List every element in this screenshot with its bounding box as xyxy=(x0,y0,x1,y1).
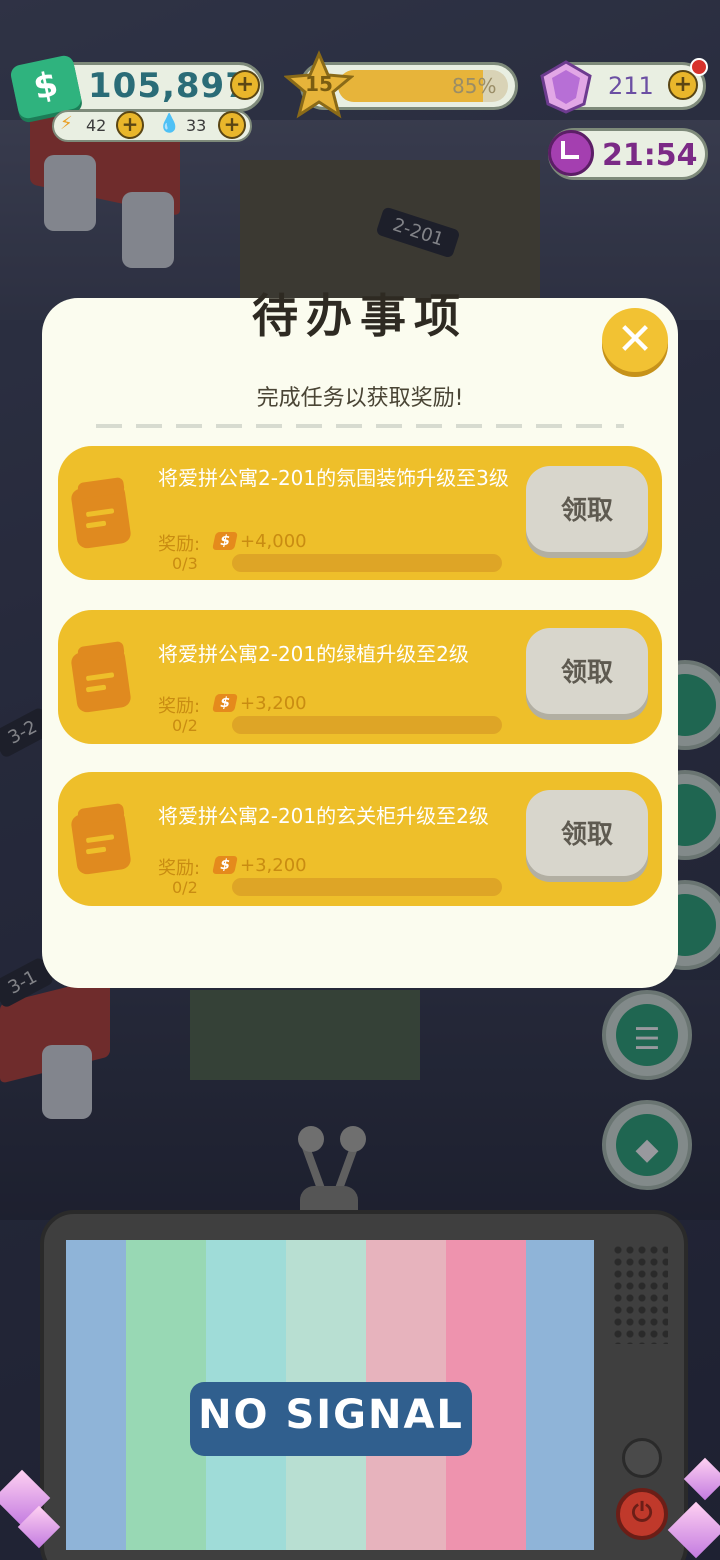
close-icon: ✕ xyxy=(616,314,654,365)
drop-icon: 💧 xyxy=(158,113,181,134)
tv-knob[interactable] xyxy=(622,1438,662,1478)
tv-antenna-tip xyxy=(340,1126,366,1152)
cash-icon: $ xyxy=(212,532,238,550)
reward-label: 奖励: xyxy=(158,858,201,879)
claim-button[interactable]: 领取 xyxy=(526,628,648,714)
claim-label: 领取 xyxy=(560,658,613,688)
gem-icon xyxy=(540,60,592,114)
no-signal-text: NO SIGNAL xyxy=(198,1392,464,1438)
claim-button[interactable]: 领取 xyxy=(526,790,648,876)
color-bar xyxy=(526,1240,594,1550)
reward-value: +4,000 xyxy=(240,531,307,552)
notepad-icon xyxy=(71,641,131,713)
task-progress-text: 0/3 xyxy=(172,554,198,573)
water-amount: 33 xyxy=(186,116,207,135)
notepad-icon xyxy=(71,803,131,875)
bolt-icon: ⚡ xyxy=(60,113,73,134)
task-progress-bar xyxy=(232,554,502,572)
money-amount: 105,897 xyxy=(88,66,250,106)
tv-antenna-tip xyxy=(298,1126,324,1152)
claim-label: 领取 xyxy=(560,820,613,850)
player-level: 15 xyxy=(305,72,333,96)
task-description: 将爱拼公寓2-201的氛围装饰升级至3级 xyxy=(158,466,509,490)
cash-icon: $ xyxy=(212,694,238,712)
task-progress-bar xyxy=(232,878,502,896)
tv-power-button[interactable]: ⏻ xyxy=(616,1488,668,1540)
task-progress-bar xyxy=(232,716,502,734)
notepad-icon xyxy=(71,477,131,549)
reward-value: +3,200 xyxy=(240,693,307,714)
task-description: 将爱拼公寓2-201的玄关柜升级至2级 xyxy=(158,804,489,828)
reward-label: 奖励: xyxy=(158,696,201,717)
task-description: 将爱拼公寓2-201的绿植升级至2级 xyxy=(158,642,469,666)
add-water-button[interactable]: + xyxy=(218,111,246,139)
clock-icon xyxy=(548,130,594,176)
task-progress-text: 0/2 xyxy=(172,878,198,897)
close-button[interactable]: ✕ xyxy=(602,308,668,372)
timer-value: 21:54 xyxy=(602,138,698,173)
claim-label: 领取 xyxy=(560,496,613,526)
color-bar xyxy=(66,1240,126,1550)
power-icon: ⏻ xyxy=(631,1498,653,1528)
task-progress-text: 0/2 xyxy=(172,716,198,735)
gem-amount: 211 xyxy=(608,72,654,100)
reward-label: 奖励: xyxy=(158,534,201,555)
energy-amount: 42 xyxy=(86,116,107,135)
tv-speaker xyxy=(612,1244,668,1344)
level-progress-percent: 85% xyxy=(452,74,497,98)
divider xyxy=(96,424,624,428)
cash-icon: $ xyxy=(212,856,238,874)
reward-value: +3,200 xyxy=(240,855,307,876)
modal-subtitle: 完成任务以获取奖励! xyxy=(256,386,464,411)
notification-dot xyxy=(690,58,708,76)
game-scene: 2-201 3-2 3-1 ☰ ◆ $ 105,897 + ⚡ 42 + 💧 3… xyxy=(0,0,720,1560)
claim-button[interactable]: 领取 xyxy=(526,466,648,552)
add-energy-button[interactable]: + xyxy=(116,111,144,139)
add-money-button[interactable]: + xyxy=(230,70,260,100)
